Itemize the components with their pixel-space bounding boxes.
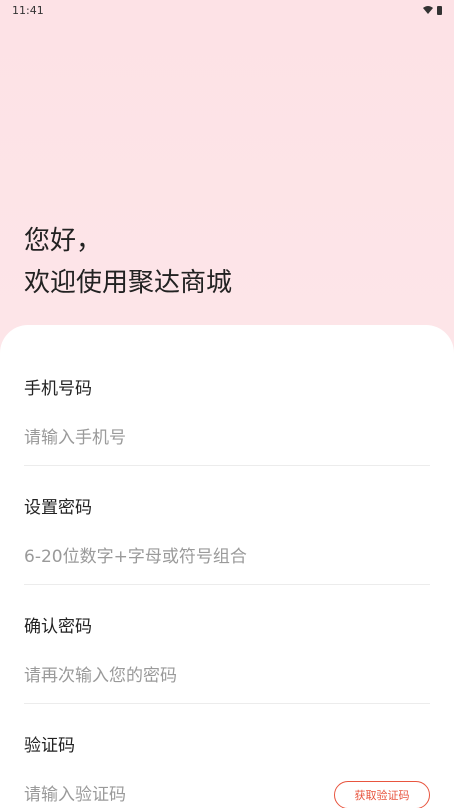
wifi-icon (423, 6, 433, 14)
confirm-password-field: 确认密码 (24, 615, 430, 704)
phone-label: 手机号码 (24, 379, 92, 399)
code-input[interactable] (24, 785, 264, 805)
status-icons (423, 5, 442, 15)
code-label: 验证码 (24, 736, 75, 756)
password-divider (24, 584, 430, 585)
password-field: 设置密码 (24, 496, 430, 585)
password-input[interactable] (24, 547, 304, 567)
phone-field: 手机号码 (24, 377, 430, 466)
register-screen: 11:41 您好， 欢迎使用聚达商城 手机号码 设置密码 确认密 (0, 0, 454, 808)
code-input-row: 获取验证码 (24, 780, 430, 808)
status-bar: 11:41 (0, 0, 454, 20)
status-time: 11:41 (12, 3, 44, 17)
confirm-password-divider (24, 703, 430, 704)
battery-icon (437, 5, 442, 15)
confirm-password-input[interactable] (24, 666, 304, 686)
greeting-line-1: 您好， (24, 226, 103, 256)
code-field: 验证码 获取验证码 (24, 734, 430, 808)
confirm-password-label: 确认密码 (24, 617, 92, 637)
password-input-row (24, 542, 430, 572)
phone-input[interactable] (24, 428, 304, 448)
greeting: 您好， 欢迎使用聚达商城 (24, 220, 232, 304)
phone-divider (24, 465, 430, 466)
get-code-button[interactable]: 获取验证码 (334, 781, 430, 808)
confirm-password-input-row (24, 661, 430, 691)
password-label: 设置密码 (24, 498, 92, 518)
form-card: 手机号码 设置密码 确认密码 验证码 获取验证码 (0, 325, 454, 808)
phone-input-row (24, 423, 430, 453)
greeting-line-2: 欢迎使用聚达商城 (24, 268, 233, 298)
